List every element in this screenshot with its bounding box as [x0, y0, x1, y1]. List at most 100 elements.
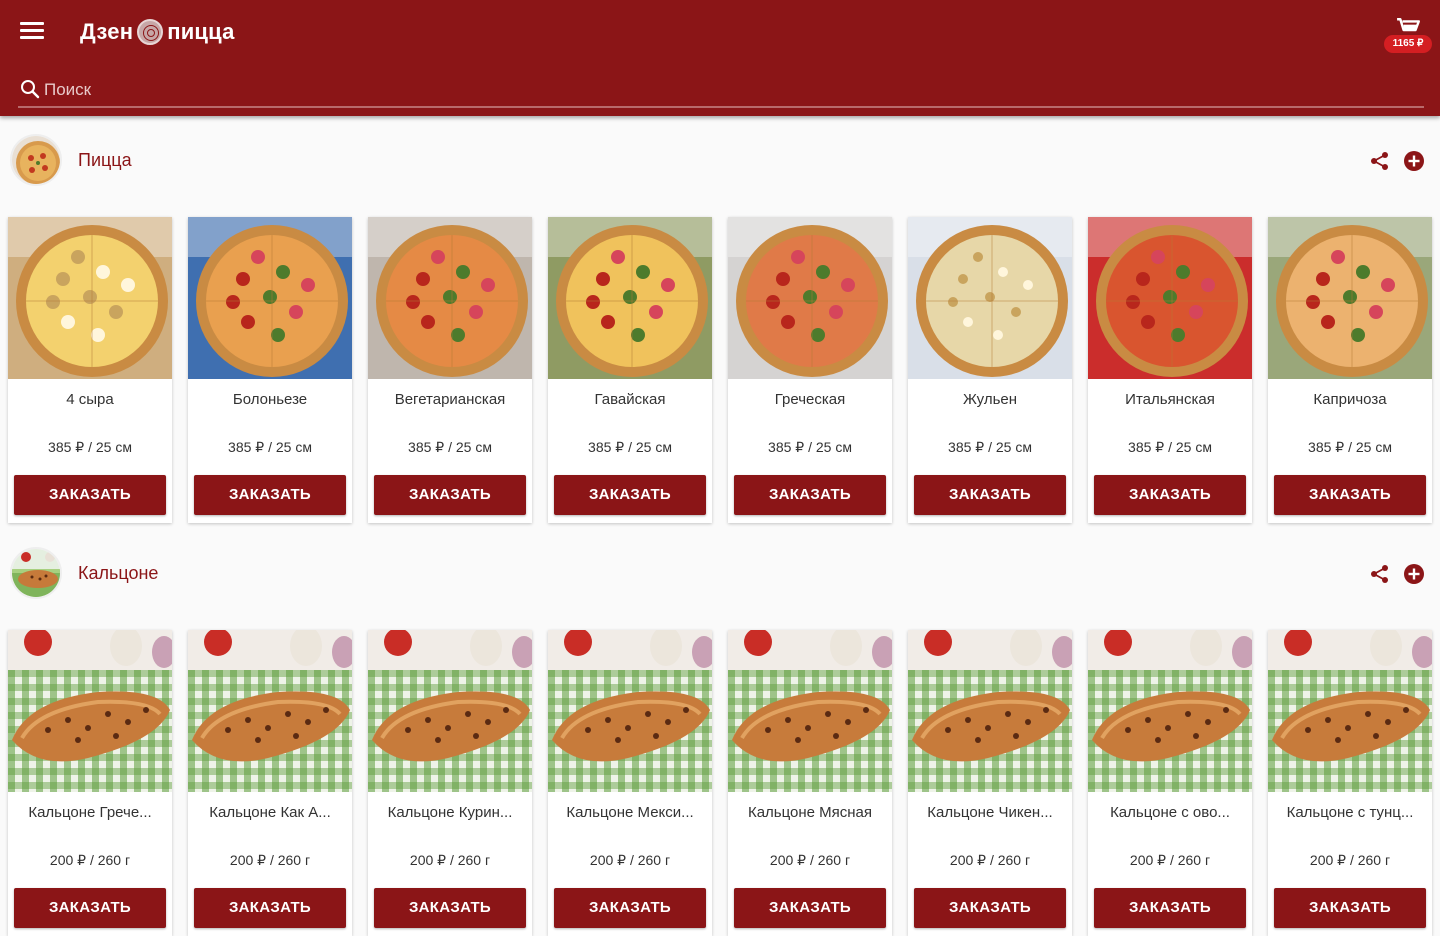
- order-button[interactable]: ЗАКАЗАТЬ: [914, 475, 1066, 515]
- order-button[interactable]: ЗАКАЗАТЬ: [194, 475, 346, 515]
- search-input[interactable]: [44, 78, 1404, 102]
- product-card[interactable]: Кальцоне Мясная 200 ₽ / 260 г ЗАКАЗАТЬ: [728, 630, 892, 936]
- product-name: Кальцоне Мекси...: [566, 804, 694, 821]
- product-image[interactable]: [548, 630, 712, 792]
- product-name: Капричоза: [1313, 391, 1387, 408]
- product-price: 385 ₽ / 25 см: [1128, 439, 1212, 455]
- add-circle-icon[interactable]: [1403, 563, 1425, 585]
- product-card[interactable]: Кальцоне Как А... 200 ₽ / 260 г ЗАКАЗАТЬ: [188, 630, 352, 936]
- product-card[interactable]: Кальцоне Грече... 200 ₽ / 260 г ЗАКАЗАТЬ: [8, 630, 172, 936]
- product-card[interactable]: Кальцоне с ово... 200 ₽ / 260 г ЗАКАЗАТЬ: [1088, 630, 1252, 936]
- product-name: Кальцоне Грече...: [28, 804, 152, 821]
- product-price: 385 ₽ / 25 см: [948, 439, 1032, 455]
- product-image[interactable]: [368, 630, 532, 792]
- product-image[interactable]: [1268, 630, 1432, 792]
- product-card[interactable]: Жульен 385 ₽ / 25 см ЗАКАЗАТЬ: [908, 217, 1072, 523]
- product-card[interactable]: Кальцоне с тунц... 200 ₽ / 260 г ЗАКАЗАТ…: [1268, 630, 1432, 936]
- product-image[interactable]: [8, 630, 172, 792]
- product-name: Вегетарианская: [394, 391, 506, 408]
- product-card[interactable]: Итальянская 385 ₽ / 25 см ЗАКАЗАТЬ: [1088, 217, 1252, 523]
- product-name: Кальцоне с ово...: [1110, 804, 1230, 821]
- product-card[interactable]: Вегетарианская 385 ₽ / 25 см ЗАКАЗАТЬ: [368, 217, 532, 523]
- order-button[interactable]: ЗАКАЗАТЬ: [1274, 888, 1426, 928]
- search-bar[interactable]: [18, 76, 1424, 108]
- brand-name-left: Дзен: [80, 19, 134, 44]
- product-name: Болоньезе: [232, 391, 308, 408]
- product-name: 4 сыра: [66, 391, 114, 408]
- order-button[interactable]: ЗАКАЗАТЬ: [734, 475, 886, 515]
- product-price: 200 ₽ / 260 г: [1309, 852, 1391, 868]
- order-button[interactable]: ЗАКАЗАТЬ: [1094, 888, 1246, 928]
- product-name: Кальцоне Курин...: [387, 804, 513, 821]
- product-price: 200 ₽ / 260 г: [769, 852, 851, 868]
- brand-name-right: пицца: [167, 19, 235, 44]
- order-button[interactable]: ЗАКАЗАТЬ: [194, 888, 346, 928]
- logo-mark-icon: [137, 19, 164, 45]
- product-price: 200 ₽ / 260 г: [1129, 852, 1211, 868]
- product-price: 385 ₽ / 25 см: [768, 439, 852, 455]
- product-price: 200 ₽ / 260 г: [229, 852, 311, 868]
- product-name: Кальцоне Чикен...: [927, 804, 1053, 821]
- product-image[interactable]: [908, 630, 1072, 792]
- product-card[interactable]: 4 сыра 385 ₽ / 25 см ЗАКАЗАТЬ: [8, 217, 172, 523]
- product-name: Кальцоне Как А...: [209, 804, 331, 821]
- share-icon[interactable]: [1369, 563, 1391, 585]
- order-button[interactable]: ЗАКАЗАТЬ: [914, 888, 1066, 928]
- order-button[interactable]: ЗАКАЗАТЬ: [1094, 475, 1246, 515]
- product-image[interactable]: [1088, 217, 1252, 379]
- product-price: 385 ₽ / 25 см: [228, 439, 312, 455]
- product-card[interactable]: Греческая 385 ₽ / 25 см ЗАКАЗАТЬ: [728, 217, 892, 523]
- product-card[interactable]: Капричоза 385 ₽ / 25 см ЗАКАЗАТЬ: [1268, 217, 1432, 523]
- cart-total-badge: 1165 ₽: [1384, 35, 1432, 53]
- product-image[interactable]: [8, 217, 172, 379]
- category-title[interactable]: Пицца: [78, 150, 132, 171]
- product-image[interactable]: [1088, 630, 1252, 792]
- product-price: 385 ₽ / 25 см: [588, 439, 672, 455]
- product-name: Кальцоне Мясная: [747, 804, 873, 821]
- order-button[interactable]: ЗАКАЗАТЬ: [734, 888, 886, 928]
- product-card[interactable]: Болоньезе 385 ₽ / 25 см ЗАКАЗАТЬ: [188, 217, 352, 523]
- order-button[interactable]: ЗАКАЗАТЬ: [14, 475, 166, 515]
- order-button[interactable]: ЗАКАЗАТЬ: [554, 475, 706, 515]
- product-price: 200 ₽ / 260 г: [49, 852, 131, 868]
- category-thumbnail[interactable]: [10, 547, 62, 599]
- product-card[interactable]: Кальцоне Чикен... 200 ₽ / 260 г ЗАКАЗАТЬ: [908, 630, 1072, 936]
- category-header: Кальцоне: [0, 545, 1440, 601]
- product-card[interactable]: Кальцоне Курин... 200 ₽ / 260 г ЗАКАЗАТЬ: [368, 630, 532, 936]
- product-image[interactable]: [1268, 217, 1432, 379]
- order-button[interactable]: ЗАКАЗАТЬ: [374, 475, 526, 515]
- product-image[interactable]: [728, 630, 892, 792]
- product-name: Итальянская: [1125, 391, 1215, 408]
- order-button[interactable]: ЗАКАЗАТЬ: [554, 888, 706, 928]
- category-thumbnail[interactable]: [10, 134, 62, 186]
- product-image[interactable]: [728, 217, 892, 379]
- product-image[interactable]: [368, 217, 532, 379]
- order-button[interactable]: ЗАКАЗАТЬ: [374, 888, 526, 928]
- order-button[interactable]: ЗАКАЗАТЬ: [1274, 475, 1426, 515]
- product-name: Греческая: [774, 391, 846, 408]
- product-image[interactable]: [548, 217, 712, 379]
- product-price: 385 ₽ / 25 см: [408, 439, 492, 455]
- brand-logo[interactable]: Дзен пицца: [80, 16, 235, 48]
- category-section-pizza: Пицца 4 сыра 385 ₽ / 25 см ЗАКАЗАТЬ Боло…: [0, 132, 1440, 532]
- product-card[interactable]: Гавайская 385 ₽ / 25 см ЗАКАЗАТЬ: [548, 217, 712, 523]
- product-price: 200 ₽ / 260 г: [589, 852, 671, 868]
- order-button[interactable]: ЗАКАЗАТЬ: [14, 888, 166, 928]
- product-price: 385 ₽ / 25 см: [48, 439, 132, 455]
- search-icon: [21, 80, 40, 99]
- cart-button[interactable]: 1165 ₽: [1384, 18, 1434, 56]
- app-bar: Дзен пицца 1165 ₽: [0, 0, 1440, 116]
- product-price: 200 ₽ / 260 г: [409, 852, 491, 868]
- product-name: Жульен: [962, 391, 1018, 408]
- product-name: Гавайская: [594, 391, 666, 408]
- product-image[interactable]: [188, 630, 352, 792]
- category-title[interactable]: Кальцоне: [78, 563, 158, 584]
- product-image[interactable]: [908, 217, 1072, 379]
- share-icon[interactable]: [1369, 150, 1391, 172]
- add-circle-icon[interactable]: [1403, 150, 1425, 172]
- product-card[interactable]: Кальцоне Мекси... 200 ₽ / 260 г ЗАКАЗАТЬ: [548, 630, 712, 936]
- category-header: Пицца: [0, 132, 1440, 188]
- menu-icon[interactable]: [20, 22, 44, 42]
- product-image[interactable]: [188, 217, 352, 379]
- product-price: 385 ₽ / 25 см: [1308, 439, 1392, 455]
